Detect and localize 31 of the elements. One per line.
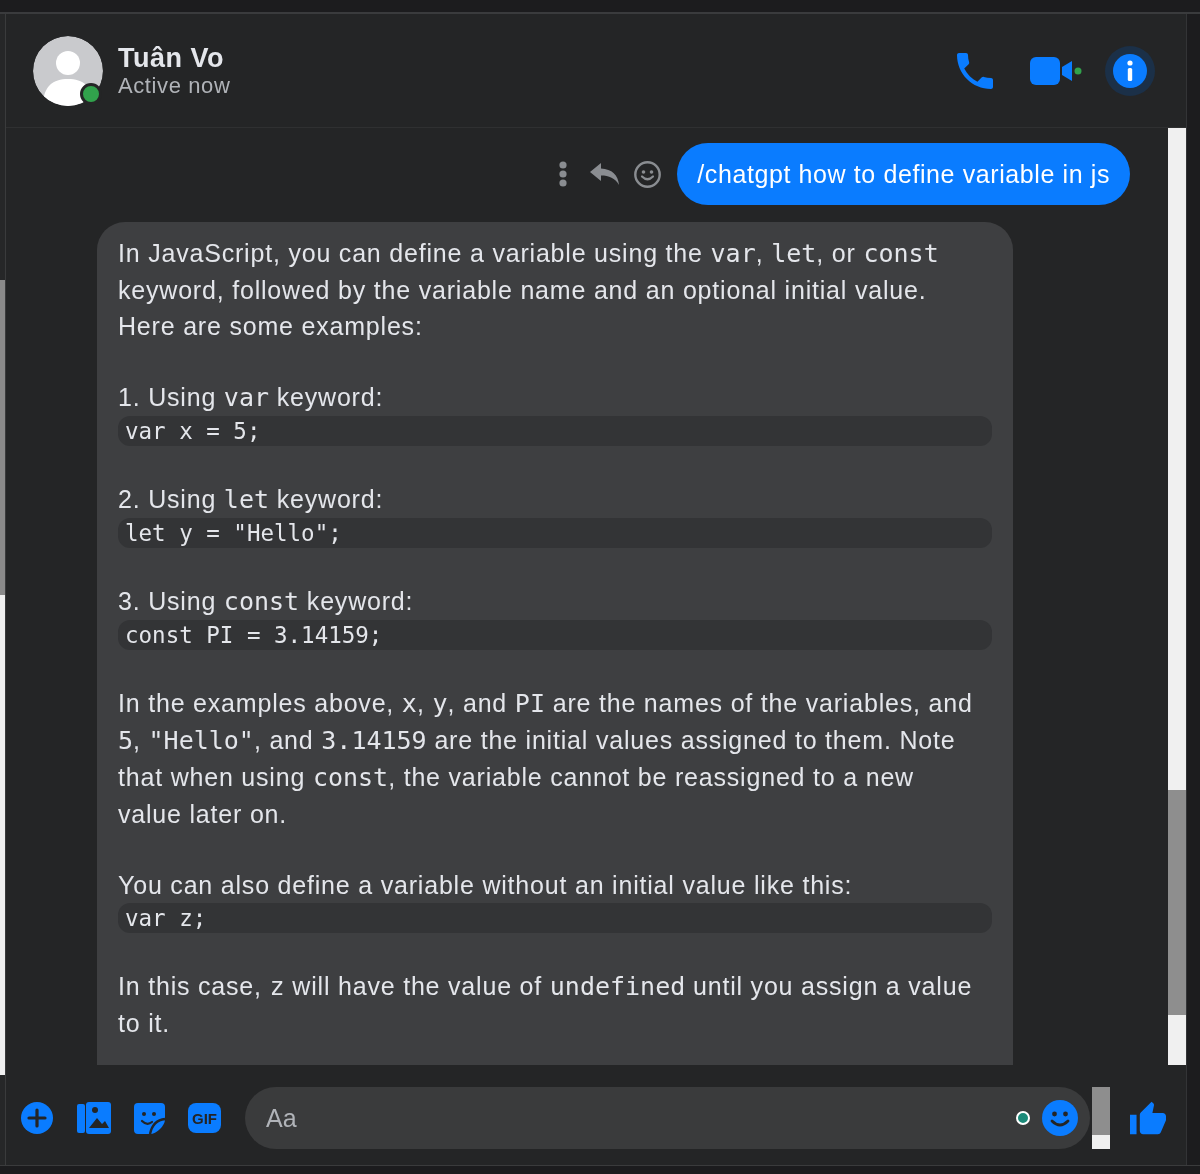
video-camera-icon[interactable] (1030, 56, 1082, 85)
sticker-icon[interactable] (133, 1101, 166, 1135)
reply-icon[interactable] (590, 163, 620, 185)
phone-icon[interactable] (957, 52, 993, 89)
message-text: 2. Using let keyword: (118, 484, 385, 516)
scrollbar-thumb[interactable] (1168, 790, 1186, 1015)
message-field[interactable]: Aa (245, 1087, 1090, 1149)
more-icon[interactable] (559, 161, 568, 187)
avatar-icon[interactable] (33, 35, 103, 106)
scrollbar-thumb[interactable] (0, 280, 5, 595)
message-text: 1. Using var keyword: (118, 382, 385, 414)
message-text: In this case, z will have the value of undefined until you assign a value to it. (118, 971, 974, 1039)
message-text: In the examples above, x, y, and PI are the names of the variables, and 5, "Hello", and 3.14159 are the initial values assigned to them. Note that when using const, the variable cannot be reassigned to a new value later on. (118, 688, 974, 830)
code-block: var z; (118, 903, 992, 933)
code-block: var x = 5; (118, 416, 992, 446)
code-block: const PI = 3.14159; (118, 620, 992, 650)
info-icon[interactable] (1105, 45, 1155, 96)
sent-message: /chatgpt how to define variable in js (677, 143, 1130, 205)
image-icon[interactable] (77, 1101, 111, 1135)
contact-status: Active now (118, 72, 231, 99)
emoji-icon[interactable] (1042, 1100, 1078, 1136)
code-block: let y = "Hello"; (118, 518, 992, 548)
contact-name: Tuân Vo (118, 42, 225, 73)
emoji-icon[interactable] (634, 160, 662, 188)
scrollbar-thumb[interactable] (1092, 1087, 1110, 1135)
message-text: 3. Using const keyword: (118, 586, 415, 618)
thumbs-up-icon[interactable] (1130, 1101, 1166, 1135)
message-text: You can also define a variable without an initial value like this: (118, 870, 854, 901)
message-text: In JavaScript, you can define a variable using the var, let, or const keyword, followed by the variable name and an optional initial value. Here are some examples: (118, 238, 940, 342)
gif-button[interactable]: GIF (188, 1103, 221, 1133)
add-icon[interactable] (21, 1102, 53, 1134)
